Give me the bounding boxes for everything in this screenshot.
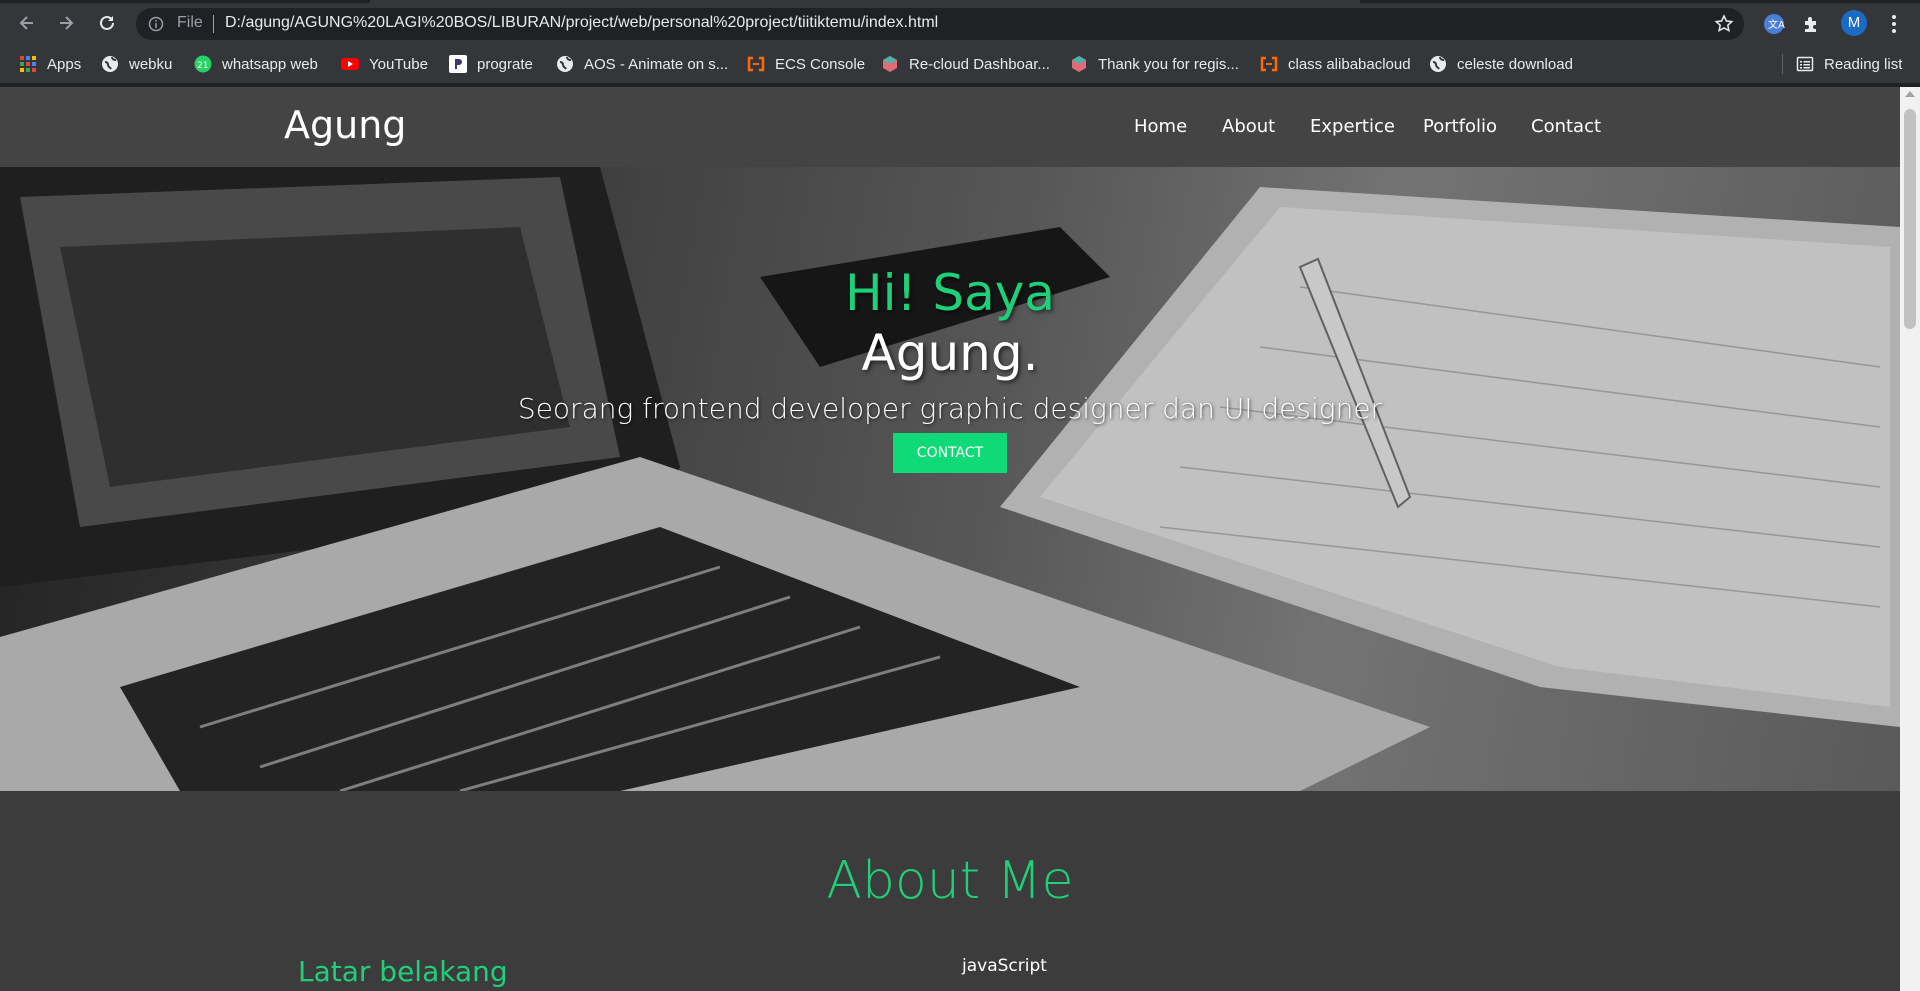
address-bar[interactable]: File D:/agung/AGUNG%20LAGI%20BOS/LIBURAN… bbox=[136, 8, 1744, 40]
bookmark-label: class alibabacloud bbox=[1288, 55, 1411, 73]
bookmark-label: YouTube bbox=[369, 55, 428, 73]
bookmark-class-alibabacloud[interactable]: class alibabacloud bbox=[1260, 54, 1411, 74]
svg-text:21: 21 bbox=[197, 61, 208, 71]
hero-background-image bbox=[0, 167, 1900, 791]
url-text[interactable]: D:/agung/AGUNG%20LAGI%20BOS/LIBURAN/proj… bbox=[225, 14, 938, 32]
svg-text:文A: 文A bbox=[1768, 18, 1785, 31]
bookmark-ecs-console[interactable]: ECS Console bbox=[747, 54, 865, 74]
bookmark-whatsapp-web[interactable]: 21 whatsapp web bbox=[194, 54, 318, 74]
page-scrollbar[interactable] bbox=[1900, 87, 1920, 991]
bookmark-recloud-dashboard[interactable]: Re-cloud Dashboar... bbox=[881, 54, 1050, 74]
reading-list-button[interactable]: Reading list bbox=[1796, 54, 1902, 74]
bookmark-prograte[interactable]: prograte bbox=[449, 54, 533, 74]
bookmark-webku[interactable]: webku bbox=[101, 54, 172, 74]
bookmark-label: Thank you for regis... bbox=[1098, 55, 1239, 73]
bookmark-apps[interactable]: Apps bbox=[19, 54, 81, 74]
alibaba-cloud-icon bbox=[747, 55, 765, 73]
bookmarks-divider bbox=[1782, 54, 1783, 74]
browser-toolbar: File D:/agung/AGUNG%20LAGI%20BOS/LIBURAN… bbox=[0, 3, 1920, 44]
bookmark-label: AOS - Animate on s... bbox=[584, 55, 729, 73]
bookmark-youtube[interactable]: YouTube bbox=[341, 54, 428, 74]
globe-icon bbox=[101, 55, 119, 73]
scroll-up-arrow-icon[interactable] bbox=[1905, 91, 1915, 97]
prograte-icon bbox=[449, 55, 467, 73]
bookmark-celeste-download[interactable]: celeste download bbox=[1429, 54, 1573, 74]
nav-link-about[interactable]: About bbox=[1222, 116, 1275, 137]
hero-section: Hi! Saya Agung. Seorang frontend develop… bbox=[0, 167, 1900, 791]
bookmark-star-icon[interactable] bbox=[1714, 14, 1734, 34]
bookmark-thank-you[interactable]: Thank you for regis... bbox=[1070, 54, 1239, 74]
bookmark-label: prograte bbox=[477, 55, 533, 73]
nav-link-portfolio[interactable]: Portfolio bbox=[1423, 116, 1497, 137]
recloud-icon bbox=[881, 55, 899, 73]
omnibox-divider bbox=[213, 15, 214, 33]
reading-list-label: Reading list bbox=[1824, 55, 1903, 73]
site-navbar: Agung Home About Expertice Portfolio Con… bbox=[0, 87, 1900, 167]
profile-avatar[interactable]: M bbox=[1841, 10, 1867, 36]
bookmark-label: ECS Console bbox=[775, 55, 866, 73]
nav-link-contact[interactable]: Contact bbox=[1531, 116, 1601, 137]
nav-link-expertice[interactable]: Expertice bbox=[1310, 116, 1395, 137]
hero-subtitle: Seorang frontend developer graphic desig… bbox=[517, 392, 1383, 425]
youtube-icon bbox=[341, 55, 359, 73]
bookmark-label: webku bbox=[129, 55, 173, 73]
recloud-icon bbox=[1070, 55, 1088, 73]
reading-list-icon bbox=[1796, 55, 1814, 73]
bookmark-aos[interactable]: AOS - Animate on s... bbox=[556, 54, 728, 74]
about-title: About Me bbox=[826, 851, 1074, 911]
forward-arrow-icon[interactable] bbox=[53, 10, 79, 36]
info-icon[interactable] bbox=[148, 16, 164, 32]
apps-grid-icon bbox=[19, 55, 37, 73]
globe-icon bbox=[556, 55, 574, 73]
bookmark-label: Apps bbox=[47, 55, 82, 73]
brand-logo[interactable]: Agung bbox=[284, 103, 406, 147]
web-page: Agung Home About Expertice Portfolio Con… bbox=[0, 87, 1900, 991]
bookmark-label: Re-cloud Dashboar... bbox=[909, 55, 1050, 73]
scrollbar-thumb[interactable] bbox=[1904, 109, 1916, 329]
back-arrow-icon[interactable] bbox=[14, 10, 40, 36]
translate-icon[interactable]: 文A bbox=[1762, 12, 1786, 36]
globe-icon bbox=[1429, 55, 1447, 73]
hero-name: Agung. bbox=[861, 324, 1039, 382]
nav-link-home[interactable]: Home bbox=[1134, 116, 1187, 137]
about-background-heading: Latar belakang bbox=[298, 955, 508, 988]
skill-label-javascript: javaScript bbox=[962, 956, 1047, 976]
whatsapp-icon: 21 bbox=[194, 55, 212, 73]
browser-chrome: File D:/agung/AGUNG%20LAGI%20BOS/LIBURAN… bbox=[0, 0, 1920, 87]
scheme-label: File bbox=[177, 14, 203, 31]
about-section: About Me Latar belakang javaScript bbox=[0, 791, 1900, 991]
reload-icon[interactable] bbox=[94, 10, 120, 36]
bookmarks-bar: Apps webku 21 whatsapp web YouTube progr… bbox=[0, 44, 1920, 84]
bookmark-label: whatsapp web bbox=[222, 55, 318, 73]
extensions-puzzle-icon[interactable] bbox=[1800, 12, 1824, 36]
contact-button[interactable]: CONTACT bbox=[893, 433, 1007, 473]
hero-greeting: Hi! Saya bbox=[844, 264, 1056, 322]
alibaba-cloud-icon bbox=[1260, 55, 1278, 73]
menu-kebab-icon[interactable] bbox=[1882, 12, 1906, 36]
bookmark-label: celeste download bbox=[1457, 55, 1573, 73]
hero-content: Hi! Saya Agung. Seorang frontend develop… bbox=[0, 263, 1900, 473]
